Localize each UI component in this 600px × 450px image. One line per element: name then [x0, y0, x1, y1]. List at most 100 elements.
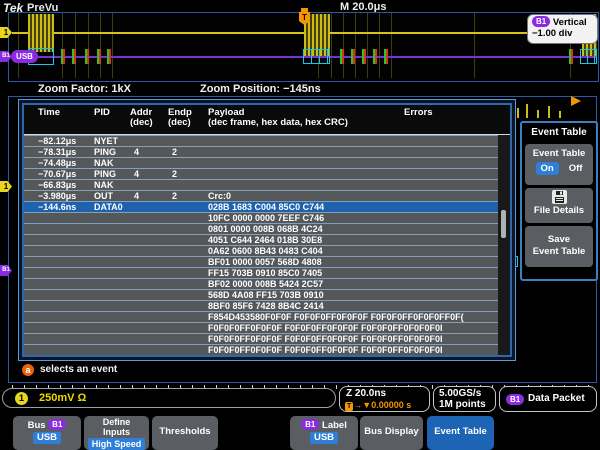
cell-payload: 8BF0 85F6 7428 8B4C 2414 — [208, 301, 496, 311]
define-inputs-button[interactable]: DefineInputs High Speed — [84, 416, 149, 450]
ch1-scale-readout: 250mV Ω — [39, 392, 86, 404]
toggle-on[interactable]: On — [536, 162, 559, 175]
b1-vertical-readout: B1 Vertical −1.00 div — [527, 14, 598, 44]
table-row[interactable]: FF15 703B 0910 85C0 7405 — [24, 267, 498, 278]
col-header-pid: PID — [94, 108, 110, 118]
table-row[interactable]: −74.48μs NAK — [24, 157, 498, 168]
table-row[interactable]: F0F0F0FF0F0F0F F0F0F0FF0F0F0F F0F0F0FF0F… — [24, 322, 498, 333]
table-row[interactable]: F0F0F0FF0F0F0F F0F0F0FF0F0F0F F0F0F0FF0F… — [24, 333, 498, 344]
cell-pid: NAK — [94, 158, 114, 168]
signal-transition-line — [100, 13, 101, 78]
cell-payload: 0A62 0600 8B43 0483 C404 — [208, 246, 496, 256]
table-row[interactable]: 10FC 0000 0000 7EEF C746 — [24, 212, 498, 223]
define-inputs-value: High Speed — [88, 438, 146, 450]
signal-transition-line — [112, 13, 113, 78]
bus-event-tick — [373, 49, 377, 64]
ch1-burst — [28, 14, 54, 52]
signal-transition-line — [391, 13, 392, 78]
zoom-scale-readout-box: Z 20.0ns T→▼0.00000 s — [339, 386, 430, 412]
packet-box — [580, 49, 597, 64]
bus-event-tick — [351, 49, 355, 64]
toggle-off[interactable]: Off — [569, 163, 583, 174]
table-row[interactable]: 8BF0 85F6 7428 8B4C 2414 — [24, 300, 498, 311]
cell-pid: PING — [94, 169, 116, 179]
cell-payload: BF02 0000 008B 5424 2C57 — [208, 279, 496, 289]
cell-pid: OUT — [94, 191, 113, 201]
cell-time: −74.48μs — [38, 158, 76, 168]
event-table: Time PID Addr(dec) Endp(dec) Payload(dec… — [22, 103, 512, 357]
table-row[interactable]: F0F0F0FF0F0F0F F0F0F0FF0F0F0F F0F0F0FF0F… — [24, 344, 498, 355]
table-row[interactable]: −66.83μsNAK — [24, 179, 498, 190]
signal-transition-line — [88, 13, 89, 78]
label-button[interactable]: B1 Label USB — [290, 416, 358, 450]
bus-event-tick — [107, 49, 111, 64]
bus-event-tick — [97, 49, 101, 64]
table-row[interactable]: −70.67μsPING42 — [24, 168, 498, 179]
table-row[interactable]: BF02 0000 008B 5424 2C57 — [24, 278, 498, 289]
bus-button[interactable]: Bus B1 USB — [13, 416, 81, 450]
cell-payload: 4051 C644 2464 018B 30E8 — [208, 235, 496, 245]
signal-transition-line — [331, 13, 332, 78]
zoom-factor-readout: Zoom Factor: 1kX — [38, 83, 131, 95]
cell-endp: 2 — [172, 147, 177, 157]
zoomed-signal-spike — [517, 108, 519, 118]
col-header-errors: Errors — [404, 108, 433, 118]
ch1-badge: 1 — [15, 392, 28, 405]
thresholds-button[interactable]: Thresholds — [152, 416, 218, 450]
bus-event-tick — [72, 49, 76, 64]
table-row[interactable]: F854D453580F0F0F F0F0F0FF0F0F0F F0F0F0FF… — [24, 311, 498, 322]
bus-value: USB — [33, 432, 61, 444]
table-row[interactable]: −82.12μsNYET — [24, 135, 498, 146]
cell-payload: F0F0F0FF0F0F0F F0F0F0FF0F0F0F F0F0F0FF0F… — [208, 345, 496, 355]
cell-addr: 4 — [134, 147, 139, 157]
signal-transition-line — [355, 13, 356, 78]
vertical-label: Vertical — [553, 17, 587, 28]
cell-payload: Crc:0 — [208, 191, 496, 201]
b1-badge: B1 — [506, 394, 524, 405]
table-row[interactable]: −78.31μsPING42 — [24, 146, 498, 157]
acquisition-readout-box: 5.00GS/s 1M points — [433, 386, 496, 412]
table-row[interactable]: BF01 0000 0057 568D 4808 — [24, 256, 498, 267]
zoom-scale-readout: Z 20.0ns — [346, 388, 386, 399]
cell-pid: DATA0 — [94, 202, 123, 212]
save-event-table-button[interactable]: SaveEvent Table — [525, 226, 593, 267]
signal-transition-line — [474, 13, 475, 78]
cell-addr: 4 — [134, 191, 139, 201]
table-row[interactable]: 568D 4A08 FF15 703B 0910 — [24, 289, 498, 300]
cell-endp: 2 — [172, 191, 177, 201]
channel-readout-box[interactable]: 1 250mV Ω — [2, 388, 336, 408]
signal-transition-line — [379, 13, 380, 78]
cell-time: −78.31μs — [38, 147, 76, 157]
col-header-endp: Endp(dec) — [168, 108, 192, 128]
bus-event-tick — [85, 49, 89, 64]
event-table-rows[interactable]: −82.12μsNYET−78.31μs PING 4 2 −74.48μs NAK −70… — [24, 135, 510, 355]
trigger-position-tick — [301, 8, 308, 12]
file-details-label: File Details — [534, 205, 584, 216]
table-row[interactable]: −144.6nsDATA0028B 1683 C004 85C0 C744 — [24, 201, 498, 212]
table-row[interactable]: 0801 0000 008B 068B 4C24 — [24, 223, 498, 234]
cell-endp: 2 — [172, 169, 177, 179]
cell-payload: BF01 0000 0057 568D 4808 — [208, 257, 496, 267]
signal-transition-line — [75, 13, 76, 78]
trigger-offscreen-arrow-icon — [571, 96, 581, 106]
record-length-readout: 1M points — [439, 399, 486, 410]
event-table-toggle-button[interactable]: Event Table OnOff — [525, 144, 593, 185]
cell-time: −70.67μs — [38, 169, 76, 179]
vertical-value: −1.00 div — [532, 28, 572, 39]
cell-time: −3.980μs — [38, 191, 76, 201]
bus-event-tick — [384, 49, 388, 64]
side-menu: Event Table Event Table OnOff File Detai… — [520, 121, 598, 281]
b1-badge: B1 — [301, 419, 319, 430]
table-row[interactable]: −3.980μs OUT 4 2 Crc:0 — [24, 190, 498, 201]
sample-rate-readout: 5.00GS/s — [439, 388, 481, 399]
event-table-button[interactable]: Event Table — [427, 416, 494, 450]
file-details-button[interactable]: File Details — [525, 188, 593, 223]
table-scrollbar[interactable] — [501, 210, 506, 238]
zoomed-signal-spike — [548, 106, 550, 118]
floppy-disk-icon — [552, 190, 567, 204]
cell-time: −82.12μs — [38, 136, 76, 146]
bus-display-button[interactable]: Bus Display — [360, 416, 423, 450]
table-row[interactable]: 4051 C644 2464 018B 30E8 — [24, 234, 498, 245]
bus-usb-label: USB — [11, 50, 38, 63]
table-row[interactable]: 0A62 0600 8B43 0483 C404 — [24, 245, 498, 256]
